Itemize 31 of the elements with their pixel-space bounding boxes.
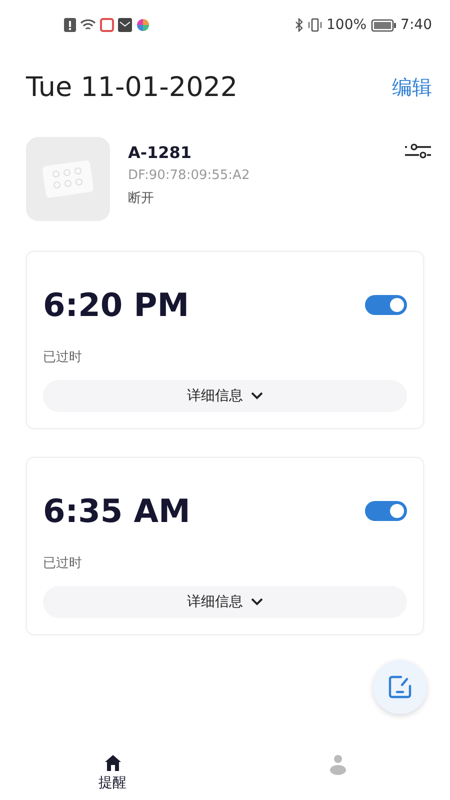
- vibrate-icon: [306, 18, 323, 32]
- clock: 7:40: [400, 17, 432, 33]
- app-icon: [100, 18, 114, 32]
- wifi-icon: [80, 18, 96, 32]
- details-button[interactable]: 详细信息: [43, 380, 407, 412]
- alarm-status: 已过时: [43, 555, 83, 572]
- edit-icon: [387, 674, 413, 700]
- alarm-toggle[interactable]: [365, 501, 407, 521]
- alarm-status: 已过时: [43, 349, 83, 366]
- chevron-down-icon: [251, 598, 263, 606]
- connection-status: 断开: [128, 190, 155, 207]
- sliders-icon: [404, 141, 432, 161]
- alarm-toggle[interactable]: [365, 295, 407, 315]
- battery-icon: [370, 18, 397, 32]
- date-title: Tue 11-01-2022: [26, 72, 238, 103]
- battery-percent: 100%: [326, 17, 367, 33]
- edit-note-button[interactable]: [373, 660, 427, 714]
- mail-icon: [118, 18, 132, 32]
- nav-tab[interactable]: 提醒: [0, 754, 225, 792]
- pinwheel-icon: [136, 18, 150, 32]
- edit-button[interactable]: 编辑: [392, 74, 432, 101]
- home-icon: [104, 754, 122, 772]
- person-icon: [328, 754, 346, 776]
- alarm-time: 6:20 PM: [43, 286, 190, 324]
- chevron-down-icon: [251, 392, 263, 400]
- alert-icon: [64, 18, 76, 32]
- alarm-time: 6:35 AM: [43, 492, 190, 530]
- device-address: DF:90:78:09:55:A2: [128, 168, 251, 183]
- device-name: A-1281: [128, 143, 193, 162]
- details-button[interactable]: 详细信息: [43, 586, 407, 618]
- bluetooth-icon: [294, 18, 303, 32]
